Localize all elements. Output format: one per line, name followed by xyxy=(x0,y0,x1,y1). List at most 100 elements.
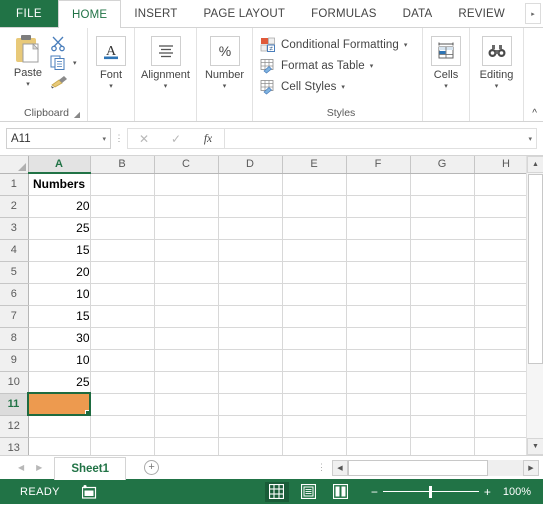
cell-f5[interactable] xyxy=(346,261,411,284)
cell-c9[interactable] xyxy=(154,349,219,372)
cell-e12[interactable] xyxy=(282,415,347,438)
column-header-a[interactable]: A xyxy=(28,156,91,174)
cell-d4[interactable] xyxy=(218,239,283,262)
cell-f8[interactable] xyxy=(346,327,411,350)
cell-d9[interactable] xyxy=(218,349,283,372)
vertical-scrollbar-thumb[interactable] xyxy=(528,174,543,364)
cell-d10[interactable] xyxy=(218,371,283,394)
cell-b4[interactable] xyxy=(90,239,155,262)
row-header-6[interactable]: 6 xyxy=(0,283,29,306)
triangle-up-icon[interactable]: ▲ xyxy=(527,156,543,173)
cell-b8[interactable] xyxy=(90,327,155,350)
cell-a13[interactable] xyxy=(28,437,91,455)
formula-expand-icon[interactable]: ▾ xyxy=(528,135,532,143)
column-header-d[interactable]: D xyxy=(218,156,283,174)
zoom-out-button[interactable]: − xyxy=(371,486,378,498)
paste-button[interactable]: Paste ▾ xyxy=(6,32,50,89)
row-header-10[interactable]: 10 xyxy=(0,371,29,394)
triangle-right-icon[interactable]: ▶ xyxy=(36,463,42,472)
cell-a4[interactable]: 15 xyxy=(28,239,91,262)
cell-e4[interactable] xyxy=(282,239,347,262)
cell-d8[interactable] xyxy=(218,327,283,350)
row-header-9[interactable]: 9 xyxy=(0,349,29,372)
normal-view-button[interactable] xyxy=(264,481,289,502)
row-header-13[interactable]: 13 xyxy=(0,437,29,455)
cell-d13[interactable] xyxy=(218,437,283,455)
cell-b3[interactable] xyxy=(90,217,155,240)
cell-d6[interactable] xyxy=(218,283,283,306)
cell-c5[interactable] xyxy=(154,261,219,284)
cell-f2[interactable] xyxy=(346,195,411,218)
cell-e1[interactable] xyxy=(282,173,347,196)
cell-c13[interactable] xyxy=(154,437,219,455)
column-header-c[interactable]: C xyxy=(154,156,219,174)
cut-button[interactable] xyxy=(50,35,77,52)
row-header-3[interactable]: 3 xyxy=(0,217,29,240)
cell-b13[interactable] xyxy=(90,437,155,455)
formula-input[interactable]: ▾ xyxy=(224,128,537,149)
chevron-up-icon[interactable]: ^ xyxy=(532,108,537,119)
triangle-left-icon[interactable]: ◀ xyxy=(332,459,348,476)
cell-g5[interactable] xyxy=(410,261,475,284)
format-as-table-button[interactable]: Format as Table ▾ xyxy=(260,55,373,76)
row-header-11[interactable]: 11 xyxy=(0,393,29,416)
tab-review[interactable]: REVIEW xyxy=(445,0,518,27)
cell-f11[interactable] xyxy=(346,393,411,416)
cell-f7[interactable] xyxy=(346,305,411,328)
cell-c1[interactable] xyxy=(154,173,219,196)
cell-f9[interactable] xyxy=(346,349,411,372)
zoom-level-label[interactable]: 100% xyxy=(503,486,535,498)
triangle-down-icon[interactable]: ▼ xyxy=(527,438,543,455)
cell-d2[interactable] xyxy=(218,195,283,218)
horizontal-scrollbar-track[interactable] xyxy=(348,459,523,476)
row-header-1[interactable]: 1 xyxy=(0,173,29,196)
cell-c7[interactable] xyxy=(154,305,219,328)
column-header-e[interactable]: E xyxy=(282,156,347,174)
name-box[interactable]: A11 ▾ xyxy=(6,128,111,149)
cell-g8[interactable] xyxy=(410,327,475,350)
cell-g1[interactable] xyxy=(410,173,475,196)
cell-f1[interactable] xyxy=(346,173,411,196)
cell-a10[interactable]: 25 xyxy=(28,371,91,394)
triangle-right-icon[interactable]: ▶ xyxy=(523,459,539,476)
cell-d7[interactable] xyxy=(218,305,283,328)
cell-b12[interactable] xyxy=(90,415,155,438)
cell-styles-button[interactable]: Cell Styles ▾ xyxy=(260,76,345,97)
cell-g12[interactable] xyxy=(410,415,475,438)
row-header-4[interactable]: 4 xyxy=(0,239,29,262)
number-button[interactable]: % Number ▾ xyxy=(197,32,252,91)
row-header-2[interactable]: 2 xyxy=(0,195,29,218)
cell-c11[interactable] xyxy=(154,393,219,416)
cell-g9[interactable] xyxy=(410,349,475,372)
chevron-right-icon[interactable]: ▸ xyxy=(525,3,541,24)
copy-button[interactable]: ▾ xyxy=(50,54,77,71)
cell-d12[interactable] xyxy=(218,415,283,438)
cell-e6[interactable] xyxy=(282,283,347,306)
select-all-corner[interactable] xyxy=(0,156,29,174)
column-header-b[interactable]: B xyxy=(90,156,155,174)
editing-caret-icon[interactable]: ▾ xyxy=(495,83,499,91)
number-caret-icon[interactable]: ▾ xyxy=(223,83,227,91)
alignment-caret-icon[interactable]: ▾ xyxy=(164,83,168,91)
cell-c6[interactable] xyxy=(154,283,219,306)
cell-d3[interactable] xyxy=(218,217,283,240)
cell-f13[interactable] xyxy=(346,437,411,455)
cells-caret-icon[interactable]: ▾ xyxy=(444,83,448,91)
tab-home[interactable]: HOME xyxy=(58,0,122,28)
cancel-x-icon[interactable]: ✕ xyxy=(128,129,160,148)
triangle-left-icon[interactable]: ◀ xyxy=(18,463,24,472)
cell-b2[interactable] xyxy=(90,195,155,218)
confirm-check-icon[interactable]: ✓ xyxy=(160,129,192,148)
tab-page-layout[interactable]: PAGE LAYOUT xyxy=(190,0,298,27)
sheet-tab-sheet1[interactable]: Sheet1 xyxy=(54,456,127,480)
cell-a3[interactable]: 25 xyxy=(28,217,91,240)
font-button[interactable]: A Font ▾ xyxy=(88,32,134,91)
row-header-7[interactable]: 7 xyxy=(0,305,29,328)
cell-b11[interactable] xyxy=(90,393,155,416)
cell-e13[interactable] xyxy=(282,437,347,455)
zoom-slider-handle[interactable] xyxy=(428,485,432,498)
tab-formulas[interactable]: FORMULAS xyxy=(298,0,390,27)
cell-f6[interactable] xyxy=(346,283,411,306)
cell-f10[interactable] xyxy=(346,371,411,394)
cell-e5[interactable] xyxy=(282,261,347,284)
